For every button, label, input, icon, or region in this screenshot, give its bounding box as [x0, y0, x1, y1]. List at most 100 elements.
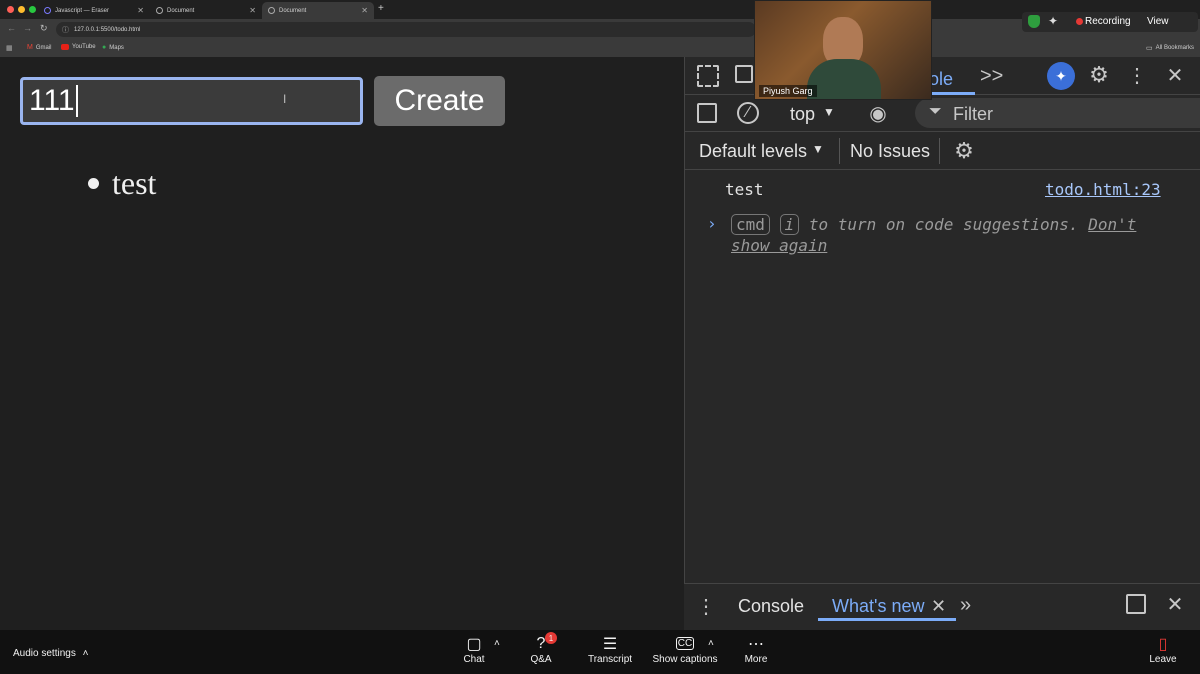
dock-side-icon[interactable]	[1126, 594, 1146, 614]
device-toolbar-icon[interactable]	[735, 65, 753, 83]
back-icon[interactable]: ←	[7, 23, 16, 33]
filter-placeholder: Filter	[953, 104, 993, 124]
close-window-icon[interactable]	[7, 6, 14, 13]
tab-document-2[interactable]: Document ✕	[262, 2, 374, 19]
recording-bar: ✦ Recording View	[1022, 12, 1198, 32]
shield-icon	[1028, 15, 1040, 28]
page-content: 111 I Create test	[0, 57, 684, 630]
more-button[interactable]: ⋯ More	[742, 634, 770, 665]
tab-eraser[interactable]: Javascript — Eraser ✕	[38, 2, 150, 19]
qa-count-badge: 1	[545, 632, 557, 644]
log-source-link[interactable]: todo.html:23	[1045, 180, 1161, 199]
close-tab-icon[interactable]: ✕	[931, 596, 946, 617]
all-bookmarks[interactable]: ▭ All Bookmarks	[1146, 44, 1194, 52]
eraser-favicon-icon	[44, 7, 51, 14]
list-item: test	[88, 165, 156, 202]
divider	[939, 138, 940, 164]
devtools-drawer: ⋮ Console What's new ✕ » ✕	[684, 583, 1200, 630]
console-filter-bar: ⁄ top ▼ ◉ ⏷ Filter	[685, 95, 1200, 132]
presenter-video: Piyush Garg	[754, 0, 932, 100]
apps-grid-icon[interactable]: ▦	[6, 44, 13, 52]
transcript-button[interactable]: ☰ Transcript	[585, 634, 635, 665]
leave-button[interactable]: ▯ Leave	[1148, 634, 1178, 665]
qa-label: Q&A	[530, 654, 552, 665]
drawer-tab-console[interactable]: Console	[738, 596, 804, 617]
bookmark-label: YouTube	[72, 44, 96, 50]
active-tab-indicator	[818, 618, 956, 621]
folder-icon: ▭	[1146, 45, 1153, 52]
filter-funnel-icon: ⏷	[929, 103, 942, 120]
tab-label: Document	[167, 7, 195, 14]
close-tab-icon[interactable]: ✕	[249, 6, 256, 15]
prompt-hint-text: to turn on code suggestions.	[808, 215, 1079, 234]
cc-icon: CC	[676, 637, 694, 650]
settings-gear-icon[interactable]: ⚙	[1087, 62, 1111, 87]
chevron-up-icon[interactable]: ˄	[708, 638, 714, 649]
sparkle-icon[interactable]: ✦	[1048, 14, 1058, 28]
globe-icon	[268, 7, 275, 14]
todo-input[interactable]: 111 I	[20, 77, 363, 125]
todo-list: test	[88, 165, 156, 202]
close-tab-icon[interactable]: ✕	[361, 6, 368, 15]
more-tabs-icon[interactable]: »	[960, 594, 971, 617]
close-tab-icon[interactable]: ✕	[137, 6, 144, 15]
log-levels-bar: Default levels ▼ No Issues ⚙	[685, 132, 1200, 170]
presenter-name-label: Piyush Garg	[759, 85, 817, 97]
ai-assistance-icon[interactable]: ✦	[1047, 62, 1075, 90]
maximize-window-icon[interactable]	[29, 6, 36, 13]
dont-show-link[interactable]: Don't	[1088, 215, 1136, 234]
new-tab-button[interactable]: +	[378, 3, 384, 14]
gmail-icon: M	[27, 44, 33, 51]
sidebar-toggle-icon[interactable]	[697, 103, 717, 123]
console-log-row: test todo.html:23	[685, 170, 1200, 206]
chat-button[interactable]: ▢ Chat	[460, 634, 488, 665]
url-bar: ← → ↻ ⓘ 127.0.0.1:5500/todo.html	[0, 19, 1200, 40]
log-message: test	[725, 180, 764, 199]
drawer-menu-icon[interactable]: ⋮	[696, 594, 716, 618]
devtools-panel: sole >> ✦ ⚙ ⋮ ✕ ⁄ top ▼ ◉ ⏷ Filter Defau…	[684, 57, 1200, 630]
text-cursor-icon: I	[283, 92, 287, 106]
bookmark-gmail[interactable]: M Gmail	[27, 44, 52, 51]
more-options-icon[interactable]: ⋮	[1127, 63, 1147, 87]
close-devtools-icon[interactable]: ✕	[1163, 63, 1187, 87]
context-selector[interactable]: top	[790, 104, 815, 125]
cmd-key-badge: cmd	[731, 214, 770, 235]
chevron-up-icon[interactable]: ˄	[494, 638, 500, 649]
reload-icon[interactable]: ↻	[40, 23, 48, 34]
clear-console-icon[interactable]: ⁄	[737, 102, 759, 124]
text-caret	[75, 85, 78, 117]
chevron-down-icon: ▼	[812, 142, 824, 156]
url-text: 127.0.0.1:5500/todo.html	[74, 26, 141, 33]
todo-input-value: 111	[29, 84, 75, 117]
site-info-icon[interactable]: ⓘ	[62, 25, 69, 35]
bookmark-label: Maps	[109, 44, 124, 51]
qa-button[interactable]: ? Q&A 1	[527, 632, 557, 665]
leave-door-icon: ▯	[1158, 636, 1168, 653]
bookmark-maps[interactable]: ● Maps	[102, 44, 124, 51]
recording-dot-icon	[1076, 18, 1083, 25]
forward-icon[interactable]: →	[23, 23, 32, 33]
more-tabs-icon[interactable]: >>	[980, 65, 1003, 88]
view-button[interactable]: View	[1147, 16, 1169, 27]
console-prompt[interactable]: › cmd i to turn on code suggestions. Don…	[685, 206, 1200, 258]
filter-input[interactable]: ⏷ Filter	[915, 98, 1200, 128]
live-expression-eye-icon[interactable]: ◉	[865, 103, 891, 125]
console-settings-gear-icon[interactable]: ⚙	[951, 138, 977, 164]
chevron-down-icon: ▼	[823, 105, 835, 119]
tab-document-1[interactable]: Document ✕	[150, 2, 262, 19]
address-field[interactable]: ⓘ 127.0.0.1:5500/todo.html	[56, 22, 756, 37]
recording-label: Recording	[1085, 16, 1131, 27]
bookmark-youtube[interactable]: YouTube	[61, 44, 96, 50]
audio-settings-button[interactable]: Audio settings ˄	[13, 648, 88, 659]
issues-counter[interactable]: No Issues	[850, 141, 930, 162]
close-drawer-icon[interactable]: ✕	[1164, 592, 1186, 616]
globe-icon	[156, 7, 163, 14]
drawer-tab-whats-new[interactable]: What's new	[832, 596, 924, 617]
all-bookmarks-label: All Bookmarks	[1155, 45, 1194, 51]
captions-label: Show captions	[652, 654, 718, 665]
log-levels-dropdown[interactable]: Default levels	[699, 141, 807, 162]
create-button[interactable]: Create	[374, 76, 505, 126]
show-again-link[interactable]: show again	[731, 236, 827, 255]
inspect-element-icon[interactable]	[697, 65, 719, 87]
minimize-window-icon[interactable]	[18, 6, 25, 13]
